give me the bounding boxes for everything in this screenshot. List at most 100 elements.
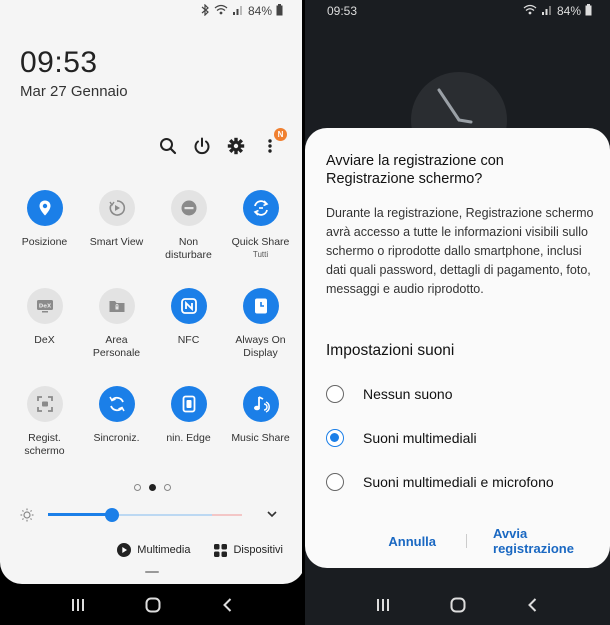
panel-clock: 09:53 [20,46,98,79]
quick-tile[interactable]: Music Share [225,386,297,468]
start-recording-button[interactable]: Avvia registrazione [493,526,610,556]
navigation-bar [0,585,305,625]
quick-tile-label: Regist. schermo [24,432,65,457]
back-icon[interactable] [220,597,236,613]
media-devices-row: Multimedia Dispositivi [0,540,305,560]
quick-tile-label: Smart View [89,236,144,248]
sync-icon[interactable] [98,386,135,422]
always-on-display-icon[interactable] [242,288,279,324]
dialog-actions: Annulla Avvia registrazione [305,526,610,556]
brightness-slider-thumb[interactable] [105,508,120,522]
brightness-fill [48,513,113,516]
music-share-icon[interactable] [242,386,279,422]
battery-percent: 84% [556,4,581,18]
do-not-disturb-icon[interactable] [170,190,207,226]
dex-icon[interactable]: DeX [26,288,63,324]
panel-drag-handle[interactable] [145,571,159,573]
wifi-icon [214,4,228,18]
page-dot[interactable] [164,484,171,491]
screen-recorder-screen: 09:53 84% Avviare la registrazione con R… [305,0,610,625]
secure-folder-icon[interactable] [98,288,135,324]
location-pin-icon[interactable] [26,190,63,226]
status-bar: 09:53 84% [305,0,610,22]
quick-tile[interactable]: nin. Edge [153,386,225,468]
quick-tile[interactable]: Non disturbare [153,190,225,272]
media-output-button[interactable]: Multimedia [117,540,190,560]
devices-grid-icon [214,543,228,557]
power-button[interactable] [185,132,219,160]
quick-tile-label: nin. Edge [166,432,211,444]
screen-record-icon[interactable] [26,386,63,422]
screen-recording-dialog: Avviare la registrazione con Registrazio… [305,128,610,568]
settings-button[interactable] [219,132,253,160]
sound-option-media-and-mic[interactable]: Suoni multimediali e microfono [326,470,591,494]
edge-lighting-icon[interactable] [170,386,207,422]
panel-top-actions: N [151,128,287,160]
quick-tile[interactable]: Posizione [9,190,81,272]
radio-button-selected[interactable] [326,429,344,447]
sound-option-label: Suoni multimediali [363,430,477,446]
battery-icon [585,3,592,19]
quick-share-icon[interactable] [242,190,279,226]
quick-tile-label: Music Share [231,432,290,444]
battery-percent: 84% [247,4,272,18]
quick-panel-screen: 84% 09:53 Mar 27 Gennaio N Posizione Sma… [0,0,305,625]
quick-tile[interactable]: Regist. schermo [9,386,81,468]
quick-tiles-grid: Posizione Smart View Non disturbare Quick S… [0,190,305,468]
battery-icon [276,3,283,19]
recent-apps-icon[interactable] [375,597,391,613]
smart-view-icon[interactable] [98,190,135,226]
radio-button[interactable] [326,385,344,403]
bluetooth-icon [201,3,210,19]
devices-label: Dispositivi [233,544,283,556]
quick-settings-panel: 84% 09:53 Mar 27 Gennaio N Posizione Sma… [0,0,305,584]
page-dot-active[interactable] [149,484,156,491]
sound-option-media[interactable]: Suoni multimediali [326,426,591,450]
nfc-icon[interactable] [170,288,207,324]
wifi-icon [523,4,537,18]
quick-tile[interactable]: Sincroniz. [81,386,153,468]
media-label: Multimedia [137,544,191,556]
quick-tile[interactable]: DeX DeX [9,288,81,370]
sound-option-none[interactable]: Nessun suono [326,382,591,406]
quick-tile-label: Posizione [21,236,68,248]
quick-tile[interactable]: Area Personale [81,288,153,370]
chevron-down-icon[interactable] [265,507,279,521]
quick-tile[interactable]: Smart View [81,190,153,272]
sound-option-label: Suoni multimediali e microfono [363,474,554,490]
panel-date: Mar 27 Gennaio [20,83,128,100]
page-dot[interactable] [134,484,141,491]
play-circle-icon [117,543,132,557]
search-icon [160,138,177,155]
quick-tile-label: Always On Display [235,334,286,359]
sun-icon [20,508,34,522]
more-options-button[interactable]: N [253,128,287,160]
cancel-button[interactable]: Annulla [305,534,440,549]
signal-icon [541,4,553,18]
dialog-title: Avviare la registrazione con Registrazio… [326,153,504,187]
quick-tile-sublabel: Tutti [252,250,269,259]
brightness-track-end [212,514,242,516]
back-icon[interactable] [525,597,541,613]
sound-settings-heading: Impostazioni suoni [326,342,455,359]
recent-apps-icon[interactable] [70,597,86,613]
notification-badge: N [274,128,287,141]
quick-tile[interactable]: NFC [153,288,225,370]
quick-tile-label: NFC [177,334,200,346]
quick-tile[interactable]: Always On Display [225,288,297,370]
home-icon[interactable] [450,597,466,613]
more-vertical-icon [268,139,272,153]
quick-tile-label: Sincroniz. [93,432,140,444]
quick-tile-label: Quick Share [231,236,290,248]
power-icon [194,137,210,155]
home-icon[interactable] [145,597,161,613]
button-separator [466,534,468,548]
quick-tile[interactable]: Quick Share Tutti [225,190,297,272]
devices-button[interactable]: Dispositivi [214,540,283,560]
search-button[interactable] [151,132,185,160]
status-bar: 84% [0,0,305,22]
quick-tile-label: DeX [34,334,55,346]
navigation-bar [305,585,610,625]
dialog-message: Durante la registrazione, Registrazione … [326,206,594,296]
radio-button[interactable] [326,473,344,491]
